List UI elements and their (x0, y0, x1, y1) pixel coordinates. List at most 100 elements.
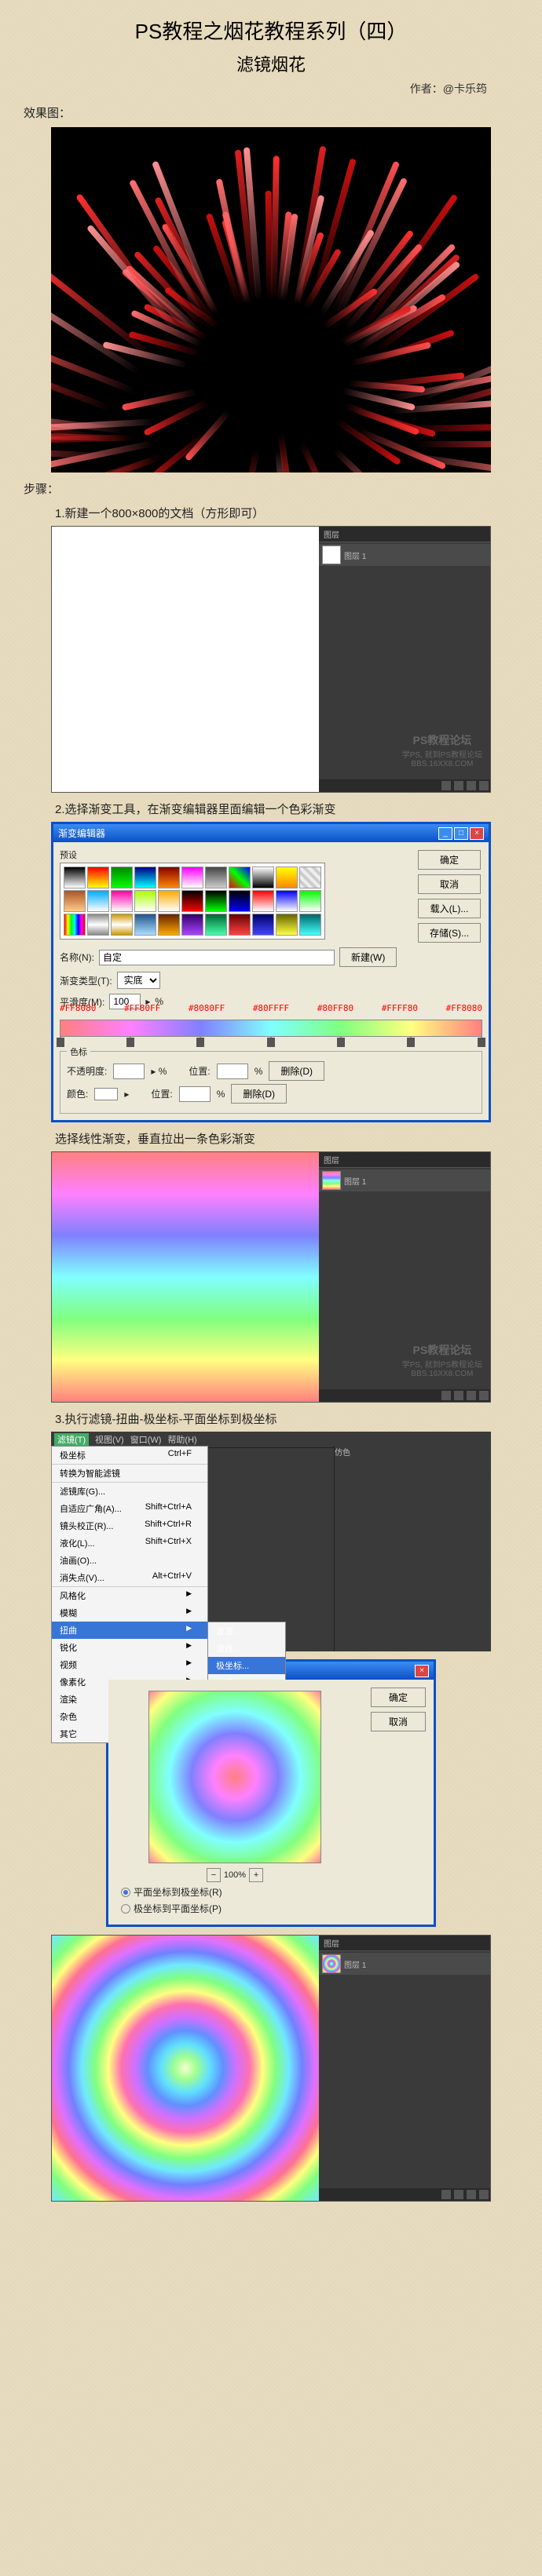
watermark: PS教程论坛 学PS, 就到PS教程论坛 BBS.16XX8.COM (402, 1342, 482, 1378)
preset-swatch[interactable] (252, 914, 274, 936)
menu-item[interactable]: 转换为智能滤镜 (52, 1464, 207, 1482)
gradient-stop[interactable] (126, 1038, 134, 1047)
load-button[interactable]: 载入(L)... (418, 899, 481, 918)
watermark: PS教程论坛 学PS, 就到PS教程论坛 BBS.16XX8.COM (402, 732, 482, 768)
preset-swatch[interactable] (205, 914, 227, 936)
gradient-name-input[interactable] (99, 950, 335, 965)
maximize-icon[interactable]: □ (454, 827, 468, 840)
panel-icon[interactable] (441, 781, 451, 790)
polar-cancel-button[interactable]: 取消 (371, 1712, 426, 1731)
color-code: #FF8080 (446, 1003, 482, 1013)
layer-row[interactable]: 图层 1 (319, 544, 490, 566)
menu-item[interactable]: 油画(O)... (52, 1552, 207, 1569)
panel-icon[interactable] (479, 781, 489, 790)
menu-item[interactable]: 滤镜(T) (54, 1433, 89, 1446)
menu-item[interactable]: 消失点(V)...Alt+Ctrl+V (52, 1569, 207, 1586)
gradient-stop[interactable] (478, 1038, 485, 1047)
preset-swatch[interactable] (111, 914, 133, 936)
delete-color-button[interactable]: 删除(D) (231, 1084, 287, 1104)
ok-button[interactable]: 确定 (418, 850, 481, 870)
menu-item[interactable]: 液化(L)...Shift+Ctrl+X (52, 1534, 207, 1552)
gradient-stop[interactable] (407, 1038, 415, 1047)
close-icon[interactable]: × (470, 827, 484, 840)
preset-swatch[interactable] (299, 914, 321, 936)
menu-item[interactable]: 滤镜库(G)... (52, 1482, 207, 1500)
preset-swatch[interactable] (134, 867, 156, 888)
polar-ok-button[interactable]: 确定 (371, 1688, 426, 1707)
gradient-stop[interactable] (196, 1038, 204, 1047)
preset-swatch[interactable] (181, 867, 203, 888)
radio-icon[interactable] (121, 1888, 130, 1897)
panel-icon[interactable] (467, 781, 476, 790)
menu-item[interactable]: 扭曲波浪...波纹...极坐标...挤压...切变...球面化... (52, 1622, 207, 1639)
menu-item[interactable]: 极坐标... (208, 1657, 285, 1674)
preset-swatch[interactable] (87, 914, 109, 936)
menu-item[interactable]: 波纹... (208, 1640, 285, 1657)
zoom-out-button[interactable]: − (207, 1868, 221, 1882)
menu-item[interactable]: 视图(V) (95, 1433, 124, 1446)
preset-swatch[interactable] (252, 867, 274, 888)
preset-swatch[interactable] (205, 867, 227, 888)
delete-stop-button[interactable]: 删除(D) (269, 1061, 324, 1081)
menu-item[interactable]: 极坐标Ctrl+F (52, 1447, 207, 1464)
radio-icon[interactable] (121, 1904, 130, 1914)
menu-item[interactable]: 帮助(H) (167, 1433, 196, 1446)
preset-swatch[interactable] (158, 867, 180, 888)
menu-item[interactable]: 镜头校正(R)...Shift+Ctrl+R (52, 1517, 207, 1534)
cancel-button[interactable]: 取消 (418, 874, 481, 894)
preset-swatch[interactable] (276, 890, 298, 912)
preset-swatch[interactable] (111, 890, 133, 912)
gradient-bar[interactable] (60, 1020, 482, 1037)
close-icon[interactable]: × (415, 1665, 429, 1677)
menu-item[interactable]: 风格化 (52, 1586, 207, 1604)
preset-swatch[interactable] (252, 890, 274, 912)
gradient-type-select[interactable]: 实底 (117, 972, 160, 989)
layer-row[interactable]: 图层 1 (319, 1953, 490, 1975)
panel-icon[interactable] (454, 781, 463, 790)
menu-item[interactable]: 窗口(W) (130, 1433, 162, 1446)
preset-swatch[interactable] (276, 914, 298, 936)
preset-swatch[interactable] (181, 890, 203, 912)
gradient-stop[interactable] (57, 1038, 64, 1047)
preset-swatch[interactable] (134, 914, 156, 936)
menu-item[interactable]: 自适应广角(A)...Shift+Ctrl+A (52, 1500, 207, 1517)
color-swatch[interactable] (94, 1088, 118, 1100)
layer-row[interactable]: 图层 1 (319, 1169, 490, 1191)
preset-swatch[interactable] (64, 914, 86, 936)
preset-swatch[interactable] (158, 914, 180, 936)
preset-swatch[interactable] (299, 890, 321, 912)
minimize-icon[interactable]: _ (438, 827, 452, 840)
preset-swatch[interactable] (229, 867, 251, 888)
color-position-input[interactable] (179, 1086, 211, 1102)
preset-swatch[interactable] (299, 867, 321, 888)
preset-swatch[interactable] (87, 867, 109, 888)
polar-option-2[interactable]: 极坐标到平面坐标(P) (121, 1902, 349, 1915)
preset-swatch[interactable] (276, 867, 298, 888)
preset-swatch[interactable] (229, 914, 251, 936)
menu-item[interactable]: 锐化 (52, 1639, 207, 1656)
gradient-stop[interactable] (267, 1038, 275, 1047)
layers-panel-title: 图层 (319, 527, 490, 542)
preset-swatch[interactable] (64, 867, 86, 888)
menu-item[interactable]: 波浪... (208, 1622, 285, 1640)
preset-swatch[interactable] (181, 914, 203, 936)
dialog-titlebar[interactable]: 渐变编辑器 _ □ × (53, 824, 489, 842)
menu-item[interactable]: 视频 (52, 1656, 207, 1673)
polar-option-1[interactable]: 平面坐标到极坐标(R) (121, 1885, 349, 1899)
preset-swatch[interactable] (205, 890, 227, 912)
new-button[interactable]: 新建(W) (339, 947, 397, 967)
preset-swatch[interactable] (64, 890, 86, 912)
position-input[interactable] (217, 1064, 248, 1079)
preset-swatch[interactable] (158, 890, 180, 912)
zoom-in-button[interactable]: + (249, 1868, 263, 1882)
opacity-input[interactable] (113, 1064, 145, 1079)
menu-item[interactable]: 模糊 (52, 1604, 207, 1622)
side-tab[interactable]: 仿色 (335, 1446, 491, 1458)
preset-swatch[interactable] (87, 890, 109, 912)
save-button[interactable]: 存储(S)... (418, 923, 481, 943)
gradient-stop[interactable] (337, 1038, 345, 1047)
color-code: #8080FF (189, 1003, 225, 1013)
preset-swatch[interactable] (229, 890, 251, 912)
preset-swatch[interactable] (111, 867, 133, 888)
preset-swatch[interactable] (134, 890, 156, 912)
